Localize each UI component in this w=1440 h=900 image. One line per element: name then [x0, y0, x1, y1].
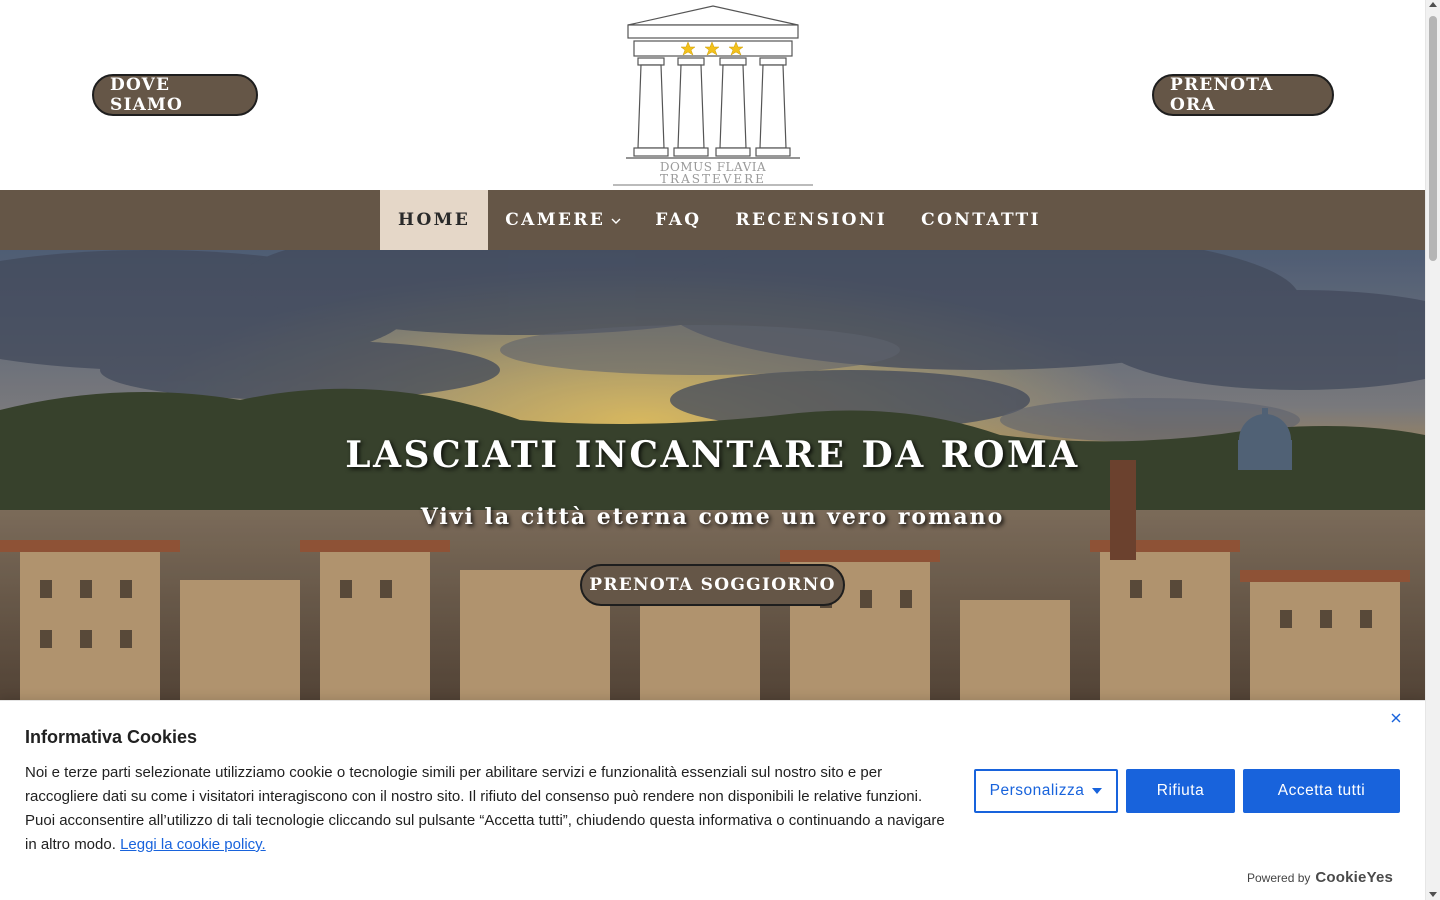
cookieyes-logo[interactable]: CookieYes — [1315, 869, 1393, 886]
chevron-down-icon — [611, 210, 621, 230]
cookie-policy-link[interactable]: Leggi la cookie policy. — [120, 836, 266, 853]
scroll-down-arrow-icon[interactable] — [1429, 892, 1437, 897]
customize-button[interactable]: Personalizza — [974, 769, 1118, 813]
page-scrollbar[interactable] — [1425, 0, 1440, 900]
dove-siamo-button[interactable]: DOVE SIAMO — [92, 74, 258, 116]
nav-item-home[interactable]: HOME — [380, 190, 489, 250]
scroll-up-arrow-icon[interactable] — [1429, 2, 1437, 7]
hero-title: LASCIATI INCANTARE DA ROMA — [345, 434, 1080, 476]
scroll-thumb[interactable] — [1429, 16, 1437, 261]
logo-text-line2: TRASTEVERE — [660, 172, 766, 186]
customize-label: Personalizza — [989, 782, 1085, 799]
nav-item-faq[interactable]: FAQ — [655, 190, 701, 250]
hero-section: LASCIATI INCANTARE DA ROMA Vivi la città… — [0, 250, 1425, 700]
cookie-title: Informativa Cookies — [25, 727, 198, 747]
close-icon[interactable] — [1389, 711, 1403, 725]
main-nav: HOME CAMERE FAQ RECENSIONI CONTATTI — [0, 190, 1425, 250]
prenota-soggiorno-button[interactable]: PRENOTA SOGGIORNO — [580, 564, 845, 606]
prenota-ora-button[interactable]: PRENOTA ORA — [1152, 74, 1334, 116]
cookie-text: Noi e terze parti selezionate utilizziam… — [25, 761, 945, 857]
hero-subtitle: Vivi la città eterna come un vero romano — [420, 504, 1005, 530]
nav-item-contatti[interactable]: CONTATTI — [921, 190, 1041, 250]
cookie-banner: Informativa Cookies Noi e terze parti se… — [0, 700, 1425, 900]
nav-item-recensioni[interactable]: RECENSIONI — [736, 190, 888, 250]
powered-by: Powered by CookieYes — [1247, 869, 1393, 886]
powered-by-label: Powered by — [1247, 871, 1311, 885]
nav-item-camere-label: CAMERE — [505, 210, 606, 230]
nav-item-camere[interactable]: CAMERE — [505, 190, 621, 250]
caret-down-icon — [1092, 788, 1103, 794]
site-header: DOVE SIAMO DOMUS FLAVIA TRASTEVERE PRENO… — [0, 0, 1425, 190]
site-logo[interactable]: DOMUS FLAVIA TRASTEVERE — [610, 2, 816, 188]
accept-all-button[interactable]: Accetta tutti — [1243, 769, 1400, 813]
reject-button[interactable]: Rifiuta — [1126, 769, 1235, 813]
